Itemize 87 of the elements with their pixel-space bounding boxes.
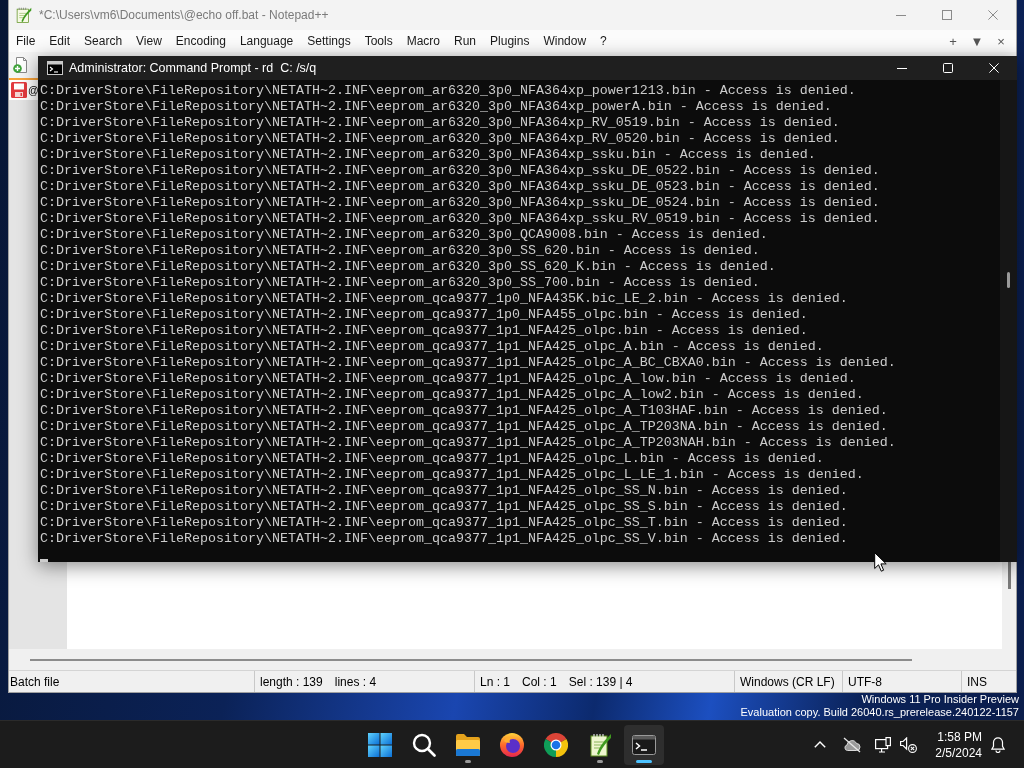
status-text: Windows (CR LF) [740,674,835,689]
globe-icon [500,732,524,757]
maximize-icon [943,63,953,73]
text-cursor [40,559,48,562]
terminal-line: C:DriverStore\FileRepository\NETATH~2.INF\eeprom_qca9377_1p1_NFA425_olpc.bin - Access is denied. [40,323,808,339]
notepad-icon [15,6,32,24]
terminal-line: C:DriverStore\FileRepository\NETATH~2.INF\eeprom_qca9377_1p1_NFA425_olpc_SS_T.bin - Access is denied. [40,515,848,531]
terminal-line: C:DriverStore\FileRepository\NETATH~2.INF\eeprom_ar6320_3p0_NFA364xp_ssku_DE_0524.bin - Access is denied. [40,195,880,211]
close-icon [988,10,998,20]
file-tab[interactable]: @ [9,78,39,100]
menu-item[interactable]: Macro [399,32,447,50]
terminal-line: C:DriverStore\FileRepository\NETATH~2.INF\eeprom_qca9377_1p1_NFA425_olpc_SS_N.bin - Access is denied. [40,483,848,499]
add-tab-button[interactable]: + [941,31,965,51]
terminal-line: C:DriverStore\FileRepository\NETATH~2.INF\eeprom_ar6320_3p0_SS_620.bin - Access is denied. [40,243,760,259]
terminal-line: C:DriverStore\FileRepository\NETATH~2.INF\eeprom_qca9377_1p1_NFA425_olpc_A.bin - Access is denied. [40,339,824,355]
close-icon [989,63,999,73]
notepad-icon [588,732,612,757]
menu-item[interactable]: Edit [42,32,78,50]
tab-list-button[interactable]: ▼ [965,31,989,51]
window-title: Administrator: Command Prompt - rd C: /s/q [69,61,317,75]
status-text: Batch file [10,674,60,689]
close-tab-button[interactable]: × [989,31,1013,51]
terminal-line: C:DriverStore\FileRepository\NETATH~2.INF\eeprom_qca9377_1p1_NFA425_olpc_A_TP203NA.bin - Access is denied. [40,419,888,435]
terminal-line: C:DriverStore\FileRepository\NETATH~2.INF\eeprom_qca9377_1p1_NFA425_olpc_A_low.bin - Access is denied. [40,371,856,387]
terminal-line: C:DriverStore\FileRepository\NETATH~2.INF\eeprom_qca9377_1p1_NFA425_olpc_A_TP203NAH.bin - Access is denied. [40,435,896,451]
terminal-line: C:DriverStore\FileRepository\NETATH~2.INF\eeprom_qca9377_1p1_NFA425_olpc_A_BC_CBXA0.bin - Access is denied. [40,355,896,371]
scrollbar-thumb[interactable] [1007,272,1010,288]
menu-item[interactable]: Window [536,32,594,50]
terminal-line: C:DriverStore\FileRepository\NETATH~2.INF\eeprom_qca9377_1p0_NFA435K.bic_LE_2.bin - Access is denied. [40,291,848,307]
maximize-icon [942,10,952,20]
terminal-line: C:DriverStore\FileRepository\NETATH~2.INF\eeprom_ar6320_3p0_QCA9008.bin - Access is denied. [40,227,768,243]
terminal-line: C:DriverStore\FileRepository\NETATH~2.INF\eeprom_qca9377_1p1_NFA425_olpc_A_low2.bin - Access is denied. [40,387,864,403]
terminal-icon [632,732,656,757]
taskbar-button[interactable] [624,724,664,765]
watermark-text: Evaluation copy. Build 26040.rs_prerelease.240122-1157 [740,706,1019,719]
menu-item[interactable]: File [9,32,43,50]
scrollbar-thumb[interactable] [30,658,912,661]
segmented-ring-icon [544,732,568,757]
terminal-line: C:DriverStore\FileRepository\NETATH~2.INF\eeprom_ar6320_3p0_NFA364xp_ssku_DE_0522.bin - Access is denied. [40,163,880,179]
watermark-text: Windows 11 Pro Insider Preview [860,693,1019,706]
menu-item[interactable]: Encoding [168,32,233,50]
status-text: length : 139 [260,674,323,689]
folder-icon [456,732,480,757]
terminal-line: C:DriverStore\FileRepository\NETATH~2.INF\eeprom_ar6320_3p0_NFA364xp_RV_0519.bin - Access is denied. [40,115,840,131]
terminal-line: C:DriverStore\FileRepository\NETATH~2.INF\eeprom_qca9377_1p1_NFA425_olpc_SS_V.bin - Access is denied. [40,531,848,547]
menu-item[interactable]: Search [77,32,130,50]
status-text: Sel : 139 | 4 [568,674,633,689]
chevron-up-icon [814,741,826,748]
terminal-line: C:DriverStore\FileRepository\NETATH~2.INF\eeprom_qca9377_1p0_NFA455_olpc.bin - Access is denied. [40,307,808,323]
status-text: Ln : 1 [480,674,511,689]
volume-muted-icon [900,736,917,753]
terminal-line: C:DriverStore\FileRepository\NETATH~2.INF\eeprom_ar6320_3p0_NFA364xp_power1213.bin - Access is denied. [40,83,856,99]
clock-button[interactable]: 1:58 PM 2/5/2024 [930,724,986,765]
terminal-line: C:DriverStore\FileRepository\NETATH~2.INF\eeprom_qca9377_1p1_NFA425_olpc_SS_S.bin - Access is denied. [40,499,848,515]
terminal-line: C:DriverStore\FileRepository\NETATH~2.INF\eeprom_ar6320_3p0_NFA364xp_ssku_DE_0523.bin - Access is denied. [40,179,880,195]
console-icon [47,61,63,75]
vertical-scrollbar[interactable] [1000,80,1017,562]
terminal-line: C:DriverStore\FileRepository\NETATH~2.INF\eeprom_ar6320_3p0_NFA364xp_ssku.bin - Access is denied. [40,147,816,163]
menu-item[interactable]: Settings [300,32,358,50]
terminal-line: C:DriverStore\FileRepository\NETATH~2.INF\eeprom_ar6320_3p0_NFA364xp_ssku_RV_0519.bin - Access is denied. [40,211,880,227]
menu-item[interactable]: Tools [357,32,400,50]
status-text: INS [967,674,987,689]
terminal-line: C:DriverStore\FileRepository\NETATH~2.INF\eeprom_ar6320_3p0_SS_620_K.bin - Access is denied. [40,259,776,275]
status-text: UTF-8 [848,674,882,689]
bell-icon [991,736,1005,753]
monitor-icon [875,736,891,753]
new-file-icon [13,57,29,73]
start-icon [368,732,392,757]
window-title: *C:\Users\vm6\Documents\@echo off.bat - Notepad++ [39,8,329,22]
search-icon [412,732,436,757]
terminal-line: C:DriverStore\FileRepository\NETATH~2.INF\eeprom_qca9377_1p1_NFA425_olpc_L_LE_1.bin - Access is denied. [40,467,864,483]
status-text: lines : 4 [334,674,377,689]
menu-item[interactable]: Language [232,32,301,50]
minimize-icon [897,67,907,69]
status-text: Col : 1 [522,674,557,689]
menu-item[interactable]: Run [447,32,484,50]
menu-item[interactable]: Plugins [483,32,537,50]
terminal-line: C:DriverStore\FileRepository\NETATH~2.INF\eeprom_ar6320_3p0_NFA364xp_RV_0520.bin - Access is denied. [40,131,840,147]
menu-item[interactable]: View [129,32,169,50]
menu-item[interactable]: ? [593,32,614,50]
scrollbar-thumb[interactable] [1007,561,1011,589]
terminal-line: C:DriverStore\FileRepository\NETATH~2.INF\eeprom_ar6320_3p0_SS_700.bin - Access is denied. [40,275,760,291]
terminal-line: C:DriverStore\FileRepository\NETATH~2.INF\eeprom_qca9377_1p1_NFA425_olpc_L.bin - Access is denied. [40,451,824,467]
cloud-off-icon [843,736,861,753]
terminal-line: C:DriverStore\FileRepository\NETATH~2.INF\eeprom_ar6320_3p0_NFA364xp_powerA.bin - Access is denied. [40,99,832,115]
minimize-icon [896,14,906,16]
terminal-line: C:DriverStore\FileRepository\NETATH~2.INF\eeprom_qca9377_1p1_NFA425_olpc_A_T103HAF.bin - Access is denied. [40,403,888,419]
